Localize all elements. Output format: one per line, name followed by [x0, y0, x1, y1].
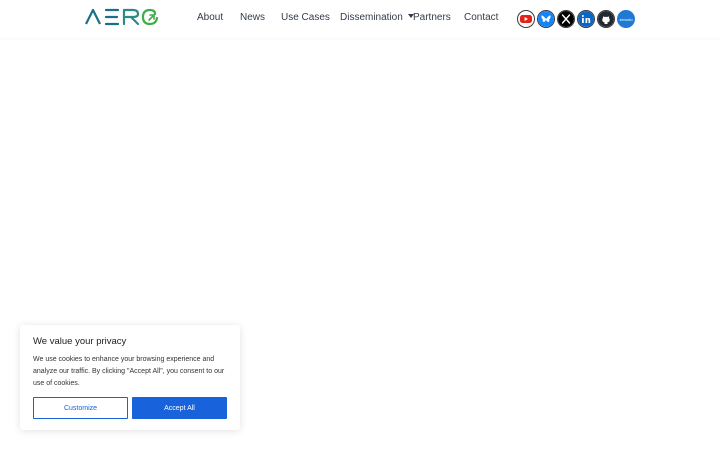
- nav-item-use-cases[interactable]: Use Cases: [281, 12, 330, 23]
- site-header: About News Use Cases Dissemination Partn…: [0, 0, 720, 38]
- zenodo-label: zenodo: [619, 16, 633, 22]
- nav-item-about[interactable]: About: [197, 12, 223, 23]
- cookie-banner-title: We value your privacy: [33, 336, 127, 347]
- cookie-consent-banner: We value your privacy We use cookies to …: [20, 325, 240, 430]
- cookie-banner-text: We use cookies to enhance your browsing …: [33, 356, 225, 387]
- github-icon[interactable]: [597, 10, 615, 28]
- social-links: zenodo: [517, 10, 635, 28]
- nav-item-contact[interactable]: Contact: [464, 12, 498, 23]
- accept-all-button[interactable]: Accept All: [132, 397, 227, 419]
- customize-button[interactable]: Customize: [33, 397, 128, 419]
- nav-item-news[interactable]: News: [240, 12, 265, 23]
- nav-item-dissemination-label: Dissemination: [340, 12, 403, 23]
- x-icon[interactable]: [557, 10, 575, 28]
- nav-item-dissemination[interactable]: Dissemination: [340, 12, 414, 23]
- nav-item-partners[interactable]: Partners: [413, 12, 451, 23]
- site-logo[interactable]: [84, 6, 162, 28]
- aero-logo-graphic: [85, 8, 159, 26]
- youtube-icon[interactable]: [517, 10, 535, 28]
- zenodo-icon[interactable]: zenodo: [617, 10, 635, 28]
- bluesky-icon[interactable]: [537, 10, 555, 28]
- linkedin-icon[interactable]: [577, 10, 595, 28]
